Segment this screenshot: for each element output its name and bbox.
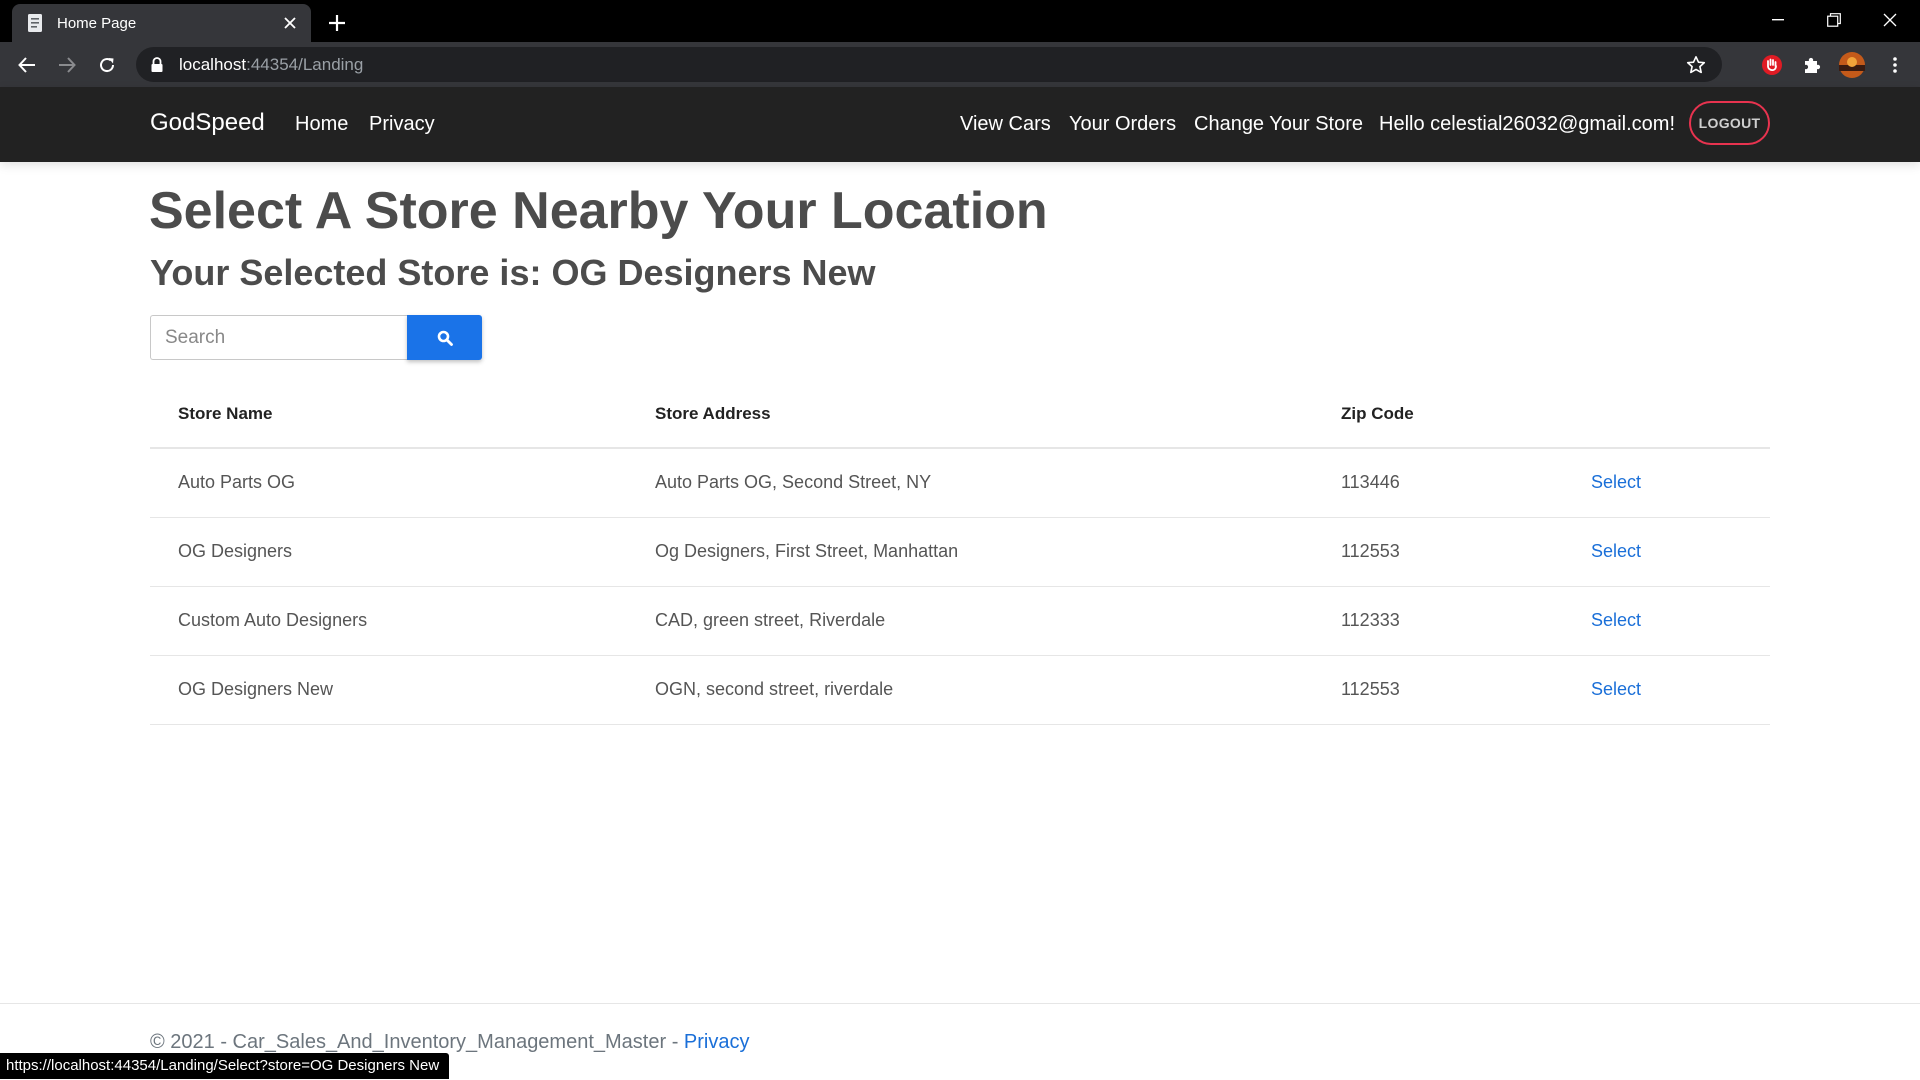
column-header-store-address: Store Address <box>655 404 771 423</box>
browser-menu-icon[interactable] <box>1880 50 1910 80</box>
zip-code-cell: 113446 <box>1341 472 1400 492</box>
close-tab-icon[interactable] <box>279 12 301 34</box>
user-greeting[interactable]: Hello celestial26032@gmail.com! <box>1379 113 1675 136</box>
tab-title: Home Page <box>57 14 137 32</box>
nav-link-home[interactable]: Home <box>295 113 348 136</box>
address-bar[interactable]: localhost :44354/Landing <box>136 47 1722 82</box>
link-status-bubble: https://localhost:44354/Landing/Select?s… <box>0 1053 450 1079</box>
star-icon[interactable] <box>1684 53 1708 77</box>
page-title: Select A Store Nearby Your Location <box>149 182 1048 240</box>
forward-arrow-icon[interactable] <box>52 50 82 80</box>
nav-link-privacy[interactable]: Privacy <box>369 113 435 136</box>
column-header-zip-code: Zip Code <box>1341 404 1414 423</box>
zip-code-cell: 112553 <box>1341 541 1400 561</box>
browser-tab-home-page[interactable]: Home Page <box>12 4 311 42</box>
reload-icon[interactable] <box>92 50 122 80</box>
select-store-link[interactable]: Select <box>1591 610 1641 631</box>
site-navbar: GodSpeed Home Privacy View Cars Your Ord… <box>0 87 1920 162</box>
footer-privacy-link[interactable]: Privacy <box>684 1031 750 1053</box>
new-tab-plus-icon[interactable] <box>323 9 351 37</box>
page-icon <box>25 13 45 33</box>
select-store-link[interactable]: Select <box>1591 472 1641 493</box>
stores-table: Store Name Store Address Zip Code Auto P… <box>150 380 1770 725</box>
store-name-cell: Auto Parts OG <box>178 472 296 492</box>
footer-copyright-text: © 2021 - Car_Sales_And_Inventory_Managem… <box>150 1031 684 1053</box>
select-store-link[interactable]: Select <box>1591 679 1641 700</box>
table-row: OG Designers Og Designers, First Street,… <box>150 518 1770 587</box>
zip-code-cell: 112333 <box>1341 610 1400 630</box>
table-row: OG Designers New OGN, second street, riv… <box>150 656 1770 725</box>
store-name-cell: OG Designers <box>178 541 293 561</box>
search-input[interactable] <box>150 315 408 360</box>
column-header-store-name: Store Name <box>178 404 273 423</box>
profile-avatar[interactable] <box>1837 50 1867 80</box>
browser-toolbar: localhost :44354/Landing <box>0 42 1920 87</box>
brand-logo-text[interactable]: GodSpeed <box>150 109 265 137</box>
shield-extension-icon[interactable] <box>1757 50 1787 80</box>
store-name-cell: OG Designers New <box>178 679 334 699</box>
nav-link-your-orders[interactable]: Your Orders <box>1069 113 1176 136</box>
footer-copyright: © 2021 - Car_Sales_And_Inventory_Managem… <box>150 1031 750 1054</box>
browser-tab-strip: Home Page <box>0 0 1920 42</box>
back-arrow-icon[interactable] <box>12 50 42 80</box>
store-name-cell: Custom Auto Designers <box>178 610 368 630</box>
nav-link-change-store[interactable]: Change Your Store <box>1194 113 1363 136</box>
search-button[interactable] <box>407 315 482 360</box>
table-row: Custom Auto Designers CAD, green street,… <box>150 587 1770 656</box>
logout-button[interactable]: LOGOUT <box>1689 101 1770 145</box>
minimize-window-icon[interactable] <box>1750 0 1806 40</box>
zip-code-cell: 112553 <box>1341 679 1400 699</box>
url-path: :44354/Landing <box>246 54 364 74</box>
store-address-cell: Og Designers, First Street, Manhattan <box>655 541 959 561</box>
url-host: localhost <box>179 54 247 74</box>
store-address-cell: CAD, green street, Riverdale <box>655 610 886 630</box>
close-window-icon[interactable] <box>1862 0 1918 40</box>
lock-icon <box>150 56 164 73</box>
store-address-cell: OGN, second street, riverdale <box>655 679 894 699</box>
restore-window-icon[interactable] <box>1806 0 1862 40</box>
select-store-link[interactable]: Select <box>1591 541 1641 562</box>
selected-store-heading: Your Selected Store is: OG Designers New <box>150 252 876 293</box>
nav-link-view-cars[interactable]: View Cars <box>960 113 1051 136</box>
table-row: Auto Parts OG Auto Parts OG, Second Stre… <box>150 449 1770 518</box>
table-header-row: Store Name Store Address Zip Code <box>150 380 1770 449</box>
puzzle-extensions-icon[interactable] <box>1797 50 1827 80</box>
search-icon <box>437 330 453 346</box>
store-address-cell: Auto Parts OG, Second Street, NY <box>655 472 932 492</box>
